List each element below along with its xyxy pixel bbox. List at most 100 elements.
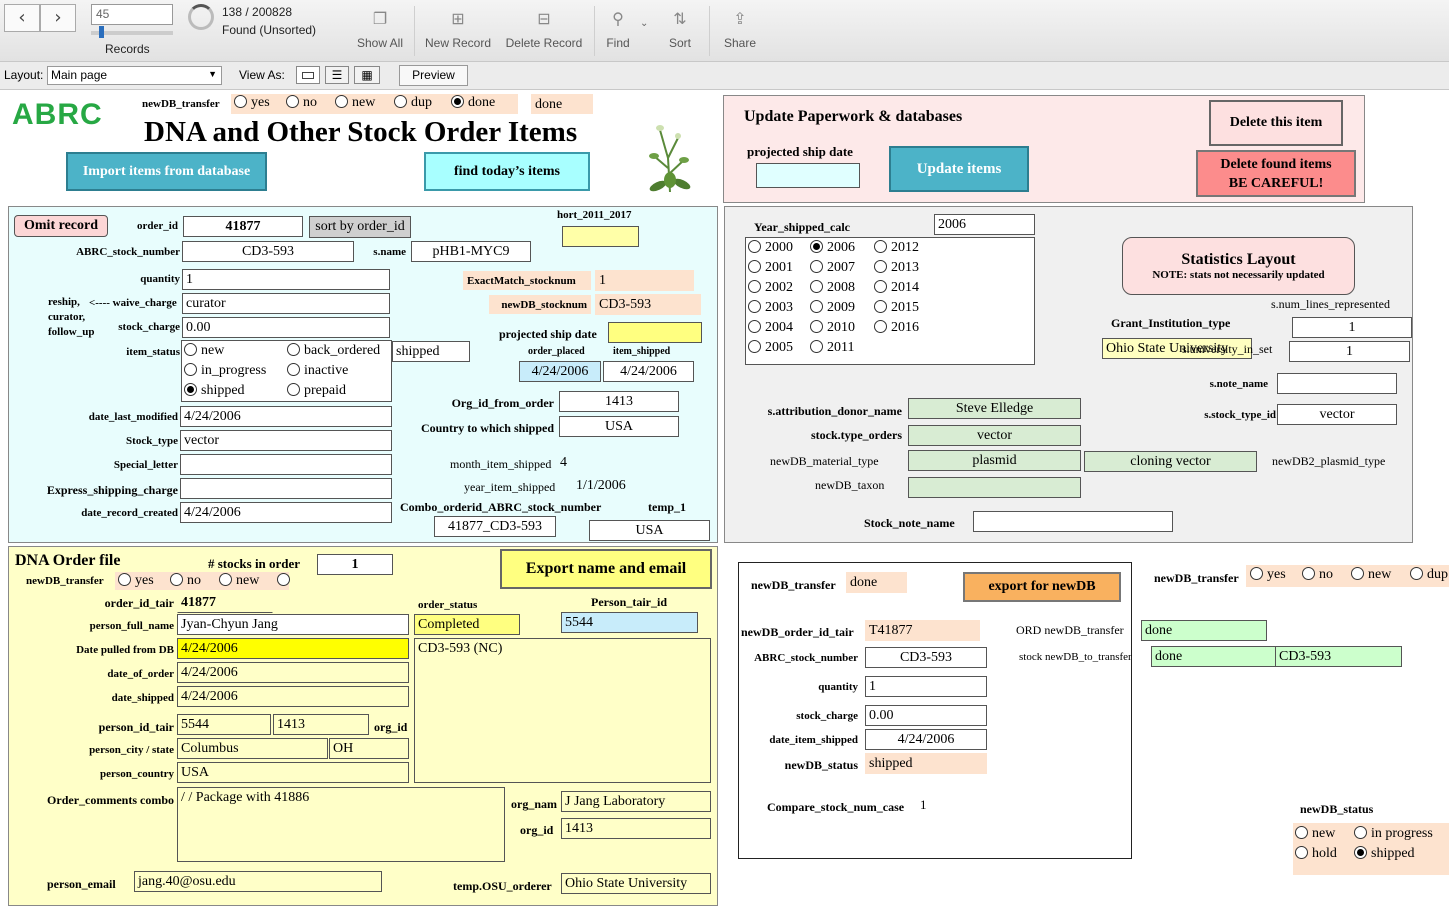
item-status-radio-back-ordered[interactable]: back_ordered (287, 343, 380, 359)
date-pulled-field[interactable]: 4/24/2006 (177, 638, 409, 659)
previous-record-button[interactable]: ‹ (4, 4, 40, 32)
sname-field[interactable]: pHB1-MYC9 (411, 241, 531, 262)
layout-select[interactable]: Main page ▼ (47, 66, 222, 85)
newdb-status-field[interactable]: shipped (865, 753, 987, 774)
date-last-modified-field[interactable]: 4/24/2006 (180, 406, 392, 427)
city-field[interactable]: Columbus (177, 738, 328, 759)
header-transfer-radio-new[interactable]: new (335, 95, 375, 111)
newdb-panel-transfer-field[interactable]: done (846, 572, 907, 593)
item-status-value[interactable]: shipped (392, 341, 470, 362)
country-shipped-field[interactable]: USA (559, 416, 679, 437)
org-name-field[interactable]: J Jang Laboratory (561, 791, 711, 812)
org-id-from-order-field[interactable]: 1413 (559, 391, 679, 412)
dna-transfer-radio-blank[interactable] (277, 573, 294, 589)
export-name-email-button[interactable]: Export name and email (500, 549, 712, 589)
date-shipped-field[interactable]: 4/24/2006 (177, 686, 409, 707)
header-transfer-radio-dup[interactable]: dup (394, 95, 432, 111)
delete-record-button[interactable]: ⊟ Delete Record (500, 10, 588, 50)
university-in-set-field[interactable]: 1 (1289, 341, 1410, 362)
waive-charge-field[interactable]: curator (182, 293, 390, 314)
year-radio-2003[interactable]: 2003 (748, 300, 793, 316)
comments-field[interactable]: / / Package with 41886 (177, 787, 505, 862)
year-radio-2015[interactable]: 2015 (874, 300, 919, 316)
express-shipping-field[interactable] (180, 478, 392, 499)
item-status-radio-prepaid[interactable]: prepaid (287, 383, 346, 399)
import-items-button[interactable]: Import items from database (66, 152, 267, 191)
person-country-field[interactable]: USA (177, 762, 409, 783)
year-radio-2004[interactable]: 2004 (748, 320, 793, 336)
order-status-field[interactable]: Completed (414, 614, 520, 635)
preview-button[interactable]: Preview (399, 65, 468, 86)
record-slider-thumb[interactable] (98, 26, 104, 38)
osu-orderer-field[interactable]: Ohio State University (561, 873, 711, 894)
item-status-radio-inactive[interactable]: inactive (287, 363, 348, 379)
year-radio-2010[interactable]: 2010 (810, 320, 855, 336)
date-of-order-field[interactable]: 4/24/2006 (177, 662, 409, 683)
ord-transfer-field[interactable]: done (1141, 620, 1267, 641)
right-status-radio-new[interactable]: new (1295, 826, 1335, 842)
taxon-field[interactable] (908, 477, 1081, 498)
special-letter-field[interactable] (180, 454, 392, 475)
person-org-id-field[interactable]: 1413 (273, 714, 369, 735)
date-created-field[interactable]: 4/24/2006 (180, 502, 392, 523)
omit-record-button[interactable]: Omit record (14, 215, 108, 237)
temp1-field[interactable]: USA (589, 520, 710, 541)
record-number-input[interactable]: 45 (91, 4, 173, 25)
person-id-field[interactable]: 5544 (177, 714, 271, 735)
dna-transfer-radio-yes[interactable]: yes (118, 573, 154, 589)
right-transfer-radio-yes[interactable]: yes (1250, 567, 1286, 583)
hort-field[interactable] (562, 226, 639, 247)
item-status-radio-new[interactable]: new (184, 343, 224, 359)
header-transfer-radio-no[interactable]: no (286, 95, 317, 111)
year-radio-2014[interactable]: 2014 (874, 280, 919, 296)
type-orders-field[interactable]: vector (908, 425, 1081, 446)
num-lines-field[interactable]: 1 (1292, 317, 1412, 338)
stock-list-field[interactable]: CD3-593 (NC) (414, 638, 711, 783)
new-record-button[interactable]: ⊞ New Record (418, 10, 498, 50)
right-transfer-radio-new[interactable]: new (1351, 567, 1391, 583)
stock-type-id-field[interactable]: vector (1277, 404, 1397, 425)
dna-transfer-radio-no[interactable]: no (170, 573, 201, 589)
email-field[interactable]: jang.40@osu.edu (134, 871, 382, 892)
note-name-field[interactable] (1277, 373, 1397, 394)
find-button[interactable]: ⚲ Find (598, 10, 638, 50)
newdb-quantity-field[interactable]: 1 (865, 676, 987, 697)
item-shipped-field[interactable]: 4/24/2006 (603, 361, 694, 382)
delete-found-items-button[interactable]: Delete found items BE CAREFUL! (1196, 150, 1356, 197)
newdb-transfer-value[interactable]: done (531, 94, 593, 114)
donor-field[interactable]: Steve Elledge (908, 398, 1081, 419)
share-button[interactable]: ⇪ Share (718, 10, 762, 50)
year-calc-field[interactable]: 2006 (934, 214, 1035, 235)
sort-by-order-id-button[interactable]: sort by order_id (309, 216, 411, 238)
right-transfer-radio-no[interactable]: no (1302, 567, 1333, 583)
material-type-field[interactable]: plasmid (908, 450, 1081, 471)
export-for-newdb-button[interactable]: export for newDB (963, 572, 1121, 602)
right-status-radio-shipped[interactable]: shipped (1354, 846, 1415, 862)
year-radio-2011[interactable]: 2011 (810, 340, 854, 356)
stock-type-field[interactable]: vector (180, 430, 392, 451)
year-radio-2009[interactable]: 2009 (810, 300, 855, 316)
update-items-button[interactable]: Update items (889, 146, 1029, 192)
newdb-stock-charge-field[interactable]: 0.00 (865, 705, 987, 726)
year-radio-2008[interactable]: 2008 (810, 280, 855, 296)
year-radio-2007[interactable]: 2007 (810, 260, 855, 276)
newdb-order-tair-field[interactable]: T41877 (865, 620, 980, 641)
abrc-stock-field[interactable]: CD3-593 (182, 241, 354, 262)
right-status-radio-hold[interactable]: hold (1295, 846, 1337, 862)
year-radio-2000[interactable]: 2000 (748, 240, 793, 256)
stocks-in-order-field[interactable]: 1 (317, 554, 393, 575)
view-table-button[interactable]: ▦ (354, 66, 380, 84)
state-field[interactable]: OH (329, 738, 409, 759)
plasmid-type-field[interactable]: cloning vector (1084, 451, 1257, 472)
delete-this-item-button[interactable]: Delete this item (1209, 100, 1343, 146)
person-tair-field[interactable]: 5544 (561, 612, 698, 633)
header-transfer-radio-yes[interactable]: yes (234, 95, 270, 111)
exactmatch-field[interactable]: 1 (595, 270, 694, 291)
year-radio-2016[interactable]: 2016 (874, 320, 919, 336)
dna-transfer-radio-new[interactable]: new (219, 573, 259, 589)
newdb-stocknum-field[interactable]: CD3-593 (595, 294, 701, 315)
show-all-button[interactable]: ❐ Show All (350, 10, 410, 50)
order-id-field[interactable]: 41877 (183, 216, 303, 237)
year-radio-2002[interactable]: 2002 (748, 280, 793, 296)
order-placed-field[interactable]: 4/24/2006 (519, 361, 601, 382)
